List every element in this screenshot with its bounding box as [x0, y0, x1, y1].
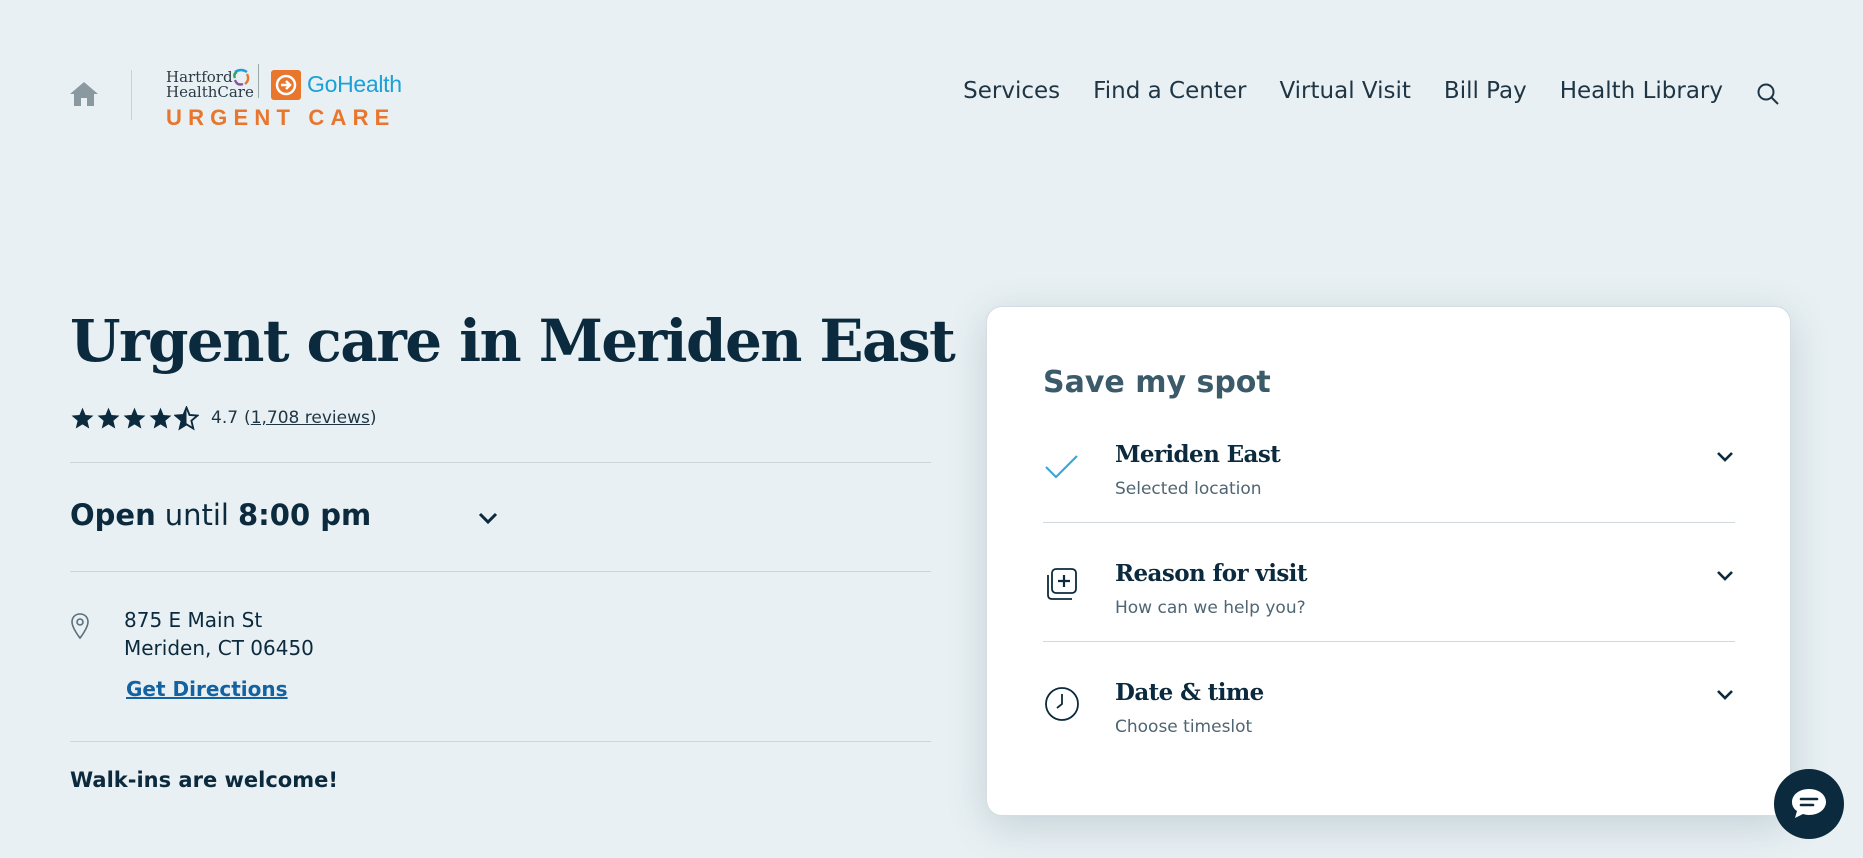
- closing-time: 8:00 pm: [237, 498, 372, 532]
- half-star-icon: [174, 405, 199, 430]
- divider: [70, 462, 931, 463]
- chat-bubble-icon: [1792, 789, 1826, 818]
- urgent-care-wordmark: URGENT CARE: [166, 105, 396, 130]
- chat-button[interactable]: [1774, 769, 1844, 839]
- search-icon[interactable]: [1756, 82, 1780, 106]
- location-pin-icon: [71, 613, 89, 640]
- star-icon: [149, 407, 172, 428]
- rating-close-paren: ): [369, 408, 377, 428]
- site-header: Hartford HealthCare GoHealth URGENT CARE…: [0, 0, 1863, 190]
- step-divider: [1043, 522, 1735, 523]
- address-line-2: Meriden, CT 06450: [124, 636, 314, 660]
- logo-line-2: HealthCare: [166, 83, 254, 101]
- star-icon: [97, 407, 120, 428]
- step-date-time[interactable]: Date & time Choose timeslot: [1043, 665, 1735, 783]
- divider: [70, 571, 931, 572]
- step-location-sub: Selected location: [1115, 479, 1262, 499]
- rating-open-paren: (: [244, 408, 251, 428]
- address-line-1: 875 E Main St: [124, 608, 263, 632]
- step-reason[interactable]: Reason for visit How can we help you?: [1043, 546, 1735, 664]
- reviews-link[interactable]: 1,708 reviews: [251, 408, 370, 428]
- save-my-spot-card: Save my spot Meriden East Selected locat…: [986, 306, 1791, 816]
- chevron-down-icon: [1717, 571, 1733, 581]
- site-logo[interactable]: Hartford HealthCare GoHealth URGENT CARE: [166, 64, 416, 130]
- step-divider: [1043, 641, 1735, 642]
- nav-health-library[interactable]: Health Library: [1560, 78, 1723, 104]
- nav-virtual-visit[interactable]: Virtual Visit: [1279, 78, 1410, 104]
- main-nav: Services Find a Center Virtual Visit Bil…: [930, 78, 1723, 104]
- walkins-message: Walk-ins are welcome!: [70, 768, 338, 792]
- home-icon[interactable]: [68, 80, 100, 108]
- star-icon: [71, 407, 94, 428]
- step-date-time-sub: Choose timeslot: [1115, 717, 1253, 737]
- address: 875 E Main St Meriden, CT 06450: [124, 606, 314, 662]
- nav-bill-pay[interactable]: Bill Pay: [1444, 78, 1527, 104]
- medical-cross-icon: [1047, 568, 1077, 600]
- card-title: Save my spot: [1043, 365, 1271, 400]
- hours-until: until: [164, 498, 229, 532]
- page-title: Urgent care in Meriden East: [70, 307, 956, 375]
- chevron-down-icon[interactable]: [476, 508, 500, 528]
- nav-find-a-center[interactable]: Find a Center: [1093, 78, 1246, 104]
- open-status: Open: [70, 498, 156, 532]
- chevron-down-icon: [1717, 452, 1733, 462]
- hartford-knot-icon: [233, 68, 250, 86]
- check-icon: [1045, 455, 1078, 479]
- chevron-down-icon: [1717, 690, 1733, 700]
- hours-summary[interactable]: Open until 8:00 pm: [70, 498, 371, 532]
- get-directions-link[interactable]: Get Directions: [126, 677, 288, 701]
- divider: [70, 741, 931, 742]
- nav-services[interactable]: Services: [963, 78, 1060, 104]
- step-reason-label: Reason for visit: [1115, 560, 1307, 587]
- rating: 4.7 ( 1,708 reviews ): [70, 404, 376, 432]
- rating-value: 4.7: [211, 408, 239, 428]
- gohealth-mark-icon: [271, 70, 301, 100]
- step-reason-sub: How can we help you?: [1115, 598, 1306, 618]
- star-icon: [123, 407, 146, 428]
- header-divider: [131, 70, 132, 120]
- logo-separator: [258, 64, 259, 98]
- step-date-time-label: Date & time: [1115, 679, 1264, 706]
- step-location-label: Meriden East: [1115, 441, 1281, 468]
- step-location[interactable]: Meriden East Selected location: [1043, 427, 1735, 545]
- star-rating: [70, 405, 199, 431]
- clock-icon: [1045, 687, 1079, 721]
- gohealth-wordmark: GoHealth: [307, 71, 402, 97]
